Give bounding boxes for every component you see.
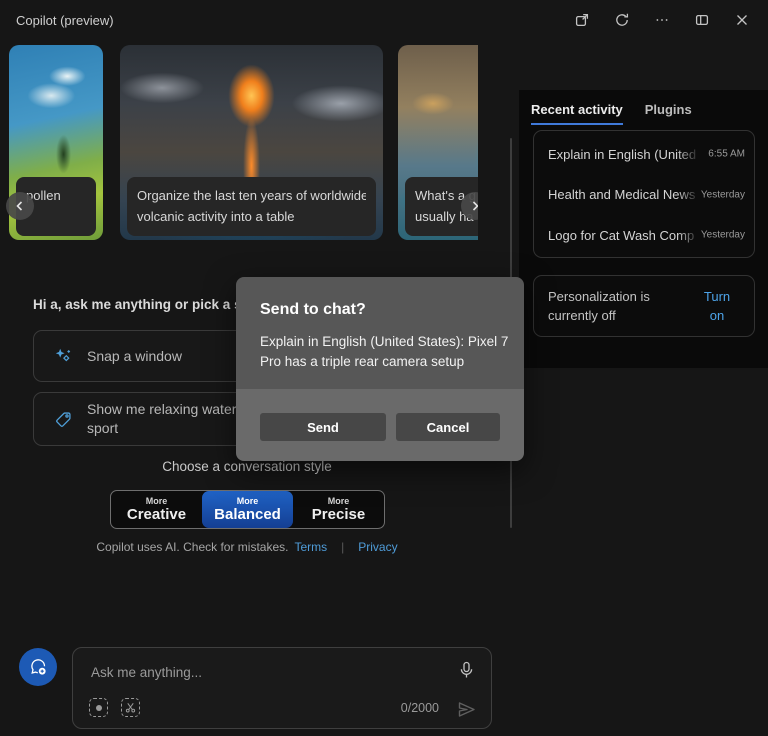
card-caption: Organize the last ten years of worldwide… <box>127 177 376 236</box>
turn-on-link[interactable]: Turn on <box>696 288 738 326</box>
sparkle-icon <box>55 348 71 361</box>
tab-recent-activity[interactable]: Recent activity <box>531 102 623 125</box>
more-options-button[interactable] <box>642 0 682 40</box>
window-title: Copilot (preview) <box>16 13 114 28</box>
split-view-icon <box>695 14 709 26</box>
snip-button[interactable] <box>121 698 140 717</box>
titlebar-controls <box>562 0 762 40</box>
close-button[interactable] <box>722 0 762 40</box>
open-external-button[interactable] <box>562 0 602 40</box>
ai-disclaimer: Copilot uses AI. Check for mistakes. Ter… <box>0 540 494 554</box>
microphone-icon[interactable] <box>458 661 475 680</box>
personalization-text: Personalization is currently off <box>548 289 650 323</box>
screenshot-icon <box>95 704 102 711</box>
copilot-window: Copilot (preview) pollen Organize the la… <box>0 0 768 736</box>
carousel-prev-button[interactable] <box>6 192 34 220</box>
conversation-style-toggle: More Creative More Balanced More Precise <box>110 490 385 529</box>
carousel-card-volcano[interactable]: Organize the last ten years of worldwide… <box>120 45 383 240</box>
history-item-title: Health and Medical News <box>548 187 696 203</box>
dialog-body: Send to chat? Explain in English (United… <box>236 277 524 389</box>
scissors-icon <box>125 702 136 713</box>
dialog-title: Send to chat? <box>260 301 366 318</box>
history-item-title: Logo for Cat Wash Comp <box>548 227 695 243</box>
recent-activity-list: Explain in English (United S 6:55 AM Hea… <box>533 130 755 258</box>
style-more-balanced[interactable]: More Balanced <box>202 491 293 528</box>
character-counter: 0/2000 <box>400 701 439 715</box>
chevron-right-icon <box>472 201 478 211</box>
history-item[interactable]: Explain in English (United S 6:55 AM <box>534 134 754 175</box>
style-more-creative[interactable]: More Creative <box>111 491 202 528</box>
chat-composer: 0/2000 <box>72 647 492 729</box>
suggestion-label: Snap a window <box>87 347 182 364</box>
refresh-button[interactable] <box>602 0 642 40</box>
history-item-time: 6:55 AM <box>708 148 745 160</box>
tab-plugins[interactable]: Plugins <box>645 102 692 125</box>
history-item[interactable]: Health and Medical News Yesterday <box>534 175 754 216</box>
disclaimer-text: Copilot uses AI. Check for mistakes. <box>96 540 289 554</box>
suggestion-water-sport[interactable]: Show me relaxing water sport <box>33 392 253 446</box>
new-topic-button[interactable] <box>19 648 57 686</box>
suggestion-snap-window[interactable]: Snap a window <box>33 330 253 382</box>
open-external-icon <box>575 13 589 27</box>
right-panel: Recent activity Plugins Explain in Engli… <box>519 90 768 368</box>
chevron-left-icon <box>16 201 23 211</box>
tag-icon <box>56 411 71 427</box>
close-icon <box>737 15 747 25</box>
chat-plus-icon <box>30 658 46 675</box>
history-item[interactable]: Logo for Cat Wash Comp Yesterday <box>534 215 754 256</box>
link-separator: | <box>341 540 345 554</box>
conversation-style-label: Choose a conversation style <box>162 459 332 474</box>
refresh-icon <box>616 13 629 26</box>
panel-tabs: Recent activity Plugins <box>531 102 692 125</box>
history-item-time: Yesterday <box>700 229 745 241</box>
dialog-footer: Send Cancel <box>236 389 524 461</box>
chat-input[interactable] <box>91 660 421 684</box>
greeting-text: Hi a, ask me anything or pick a sug <box>33 297 259 312</box>
dialog-cancel-button[interactable]: Cancel <box>396 413 500 441</box>
history-item-title: Explain in English (United S <box>548 146 700 162</box>
suggestion-label: Show me relaxing water sport <box>87 401 237 436</box>
suggestion-carousel: pollen Organize the last ten years of wo… <box>0 45 478 245</box>
privacy-link[interactable]: Privacy <box>358 540 397 554</box>
send-to-chat-dialog: Send to chat? Explain in English (United… <box>236 277 524 461</box>
personalization-card: Personalization is currently off Turn on <box>533 275 755 337</box>
style-more-precise[interactable]: More Precise <box>293 491 384 528</box>
dialog-message: Explain in English (United States): Pixe… <box>260 334 509 370</box>
history-item-time: Yesterday <box>700 189 745 201</box>
split-view-button[interactable] <box>682 0 722 40</box>
titlebar: Copilot (preview) <box>0 0 768 40</box>
more-options-icon <box>656 19 668 21</box>
screenshot-button[interactable] <box>89 698 108 717</box>
dialog-send-button[interactable]: Send <box>260 413 386 441</box>
terms-link[interactable]: Terms <box>294 540 327 554</box>
send-button[interactable] <box>456 699 477 720</box>
